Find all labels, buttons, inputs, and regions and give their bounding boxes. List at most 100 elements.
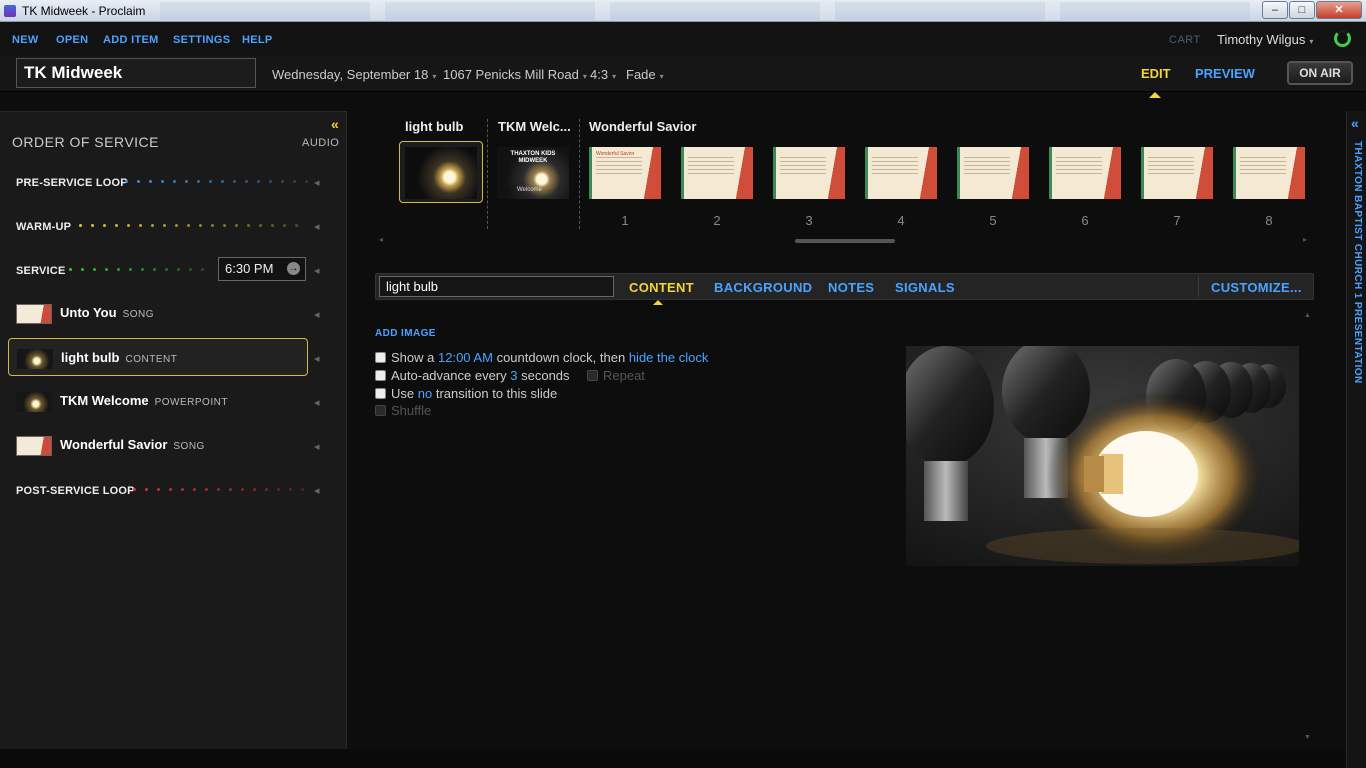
tab-background[interactable]: BACKGROUND bbox=[714, 280, 812, 295]
auto-advance-checkbox[interactable] bbox=[375, 370, 386, 381]
slide-thumbnail[interactable] bbox=[681, 147, 753, 199]
edit-mode-tab[interactable]: EDIT bbox=[1141, 66, 1171, 98]
collapse-panel-icon[interactable]: « bbox=[331, 116, 339, 132]
segment-dot bbox=[221, 180, 224, 183]
speaker-icon[interactable]: ◂ bbox=[314, 264, 320, 277]
customize-button[interactable]: CUSTOMIZE... bbox=[1211, 280, 1302, 295]
add-image-link[interactable]: ADD IMAGE bbox=[375, 328, 436, 339]
date-selector[interactable]: Wednesday, September 18 ▾ bbox=[272, 67, 436, 82]
menu-add-item[interactable]: ADD ITEM bbox=[103, 34, 159, 46]
filmstrip-scrollbar[interactable] bbox=[795, 239, 895, 243]
scroll-right-icon[interactable]: ▸ bbox=[1303, 235, 1307, 244]
filmstrip-group-wonderful-savior: Wonderful Savior bbox=[589, 119, 697, 134]
segment-dot bbox=[81, 268, 84, 271]
segment-dot bbox=[151, 224, 154, 227]
menu-settings[interactable]: SETTINGS bbox=[173, 34, 230, 46]
repeat-checkbox[interactable] bbox=[587, 370, 598, 381]
tab-signals[interactable]: SIGNALS bbox=[895, 280, 955, 295]
tab-content[interactable]: CONTENT bbox=[629, 280, 694, 305]
chevron-down-icon: ▾ bbox=[659, 72, 664, 81]
segment-warm-up[interactable]: WARM-UP bbox=[16, 221, 71, 233]
service-item-unto-you[interactable]: Unto You SONG bbox=[8, 294, 308, 332]
segment-dot bbox=[229, 488, 232, 491]
service-start-time: 6:30 PM bbox=[225, 261, 274, 276]
slide-lyrics bbox=[688, 157, 734, 175]
service-start-time-field[interactable]: 6:30 PM → bbox=[218, 257, 306, 281]
slide-thumbnail[interactable] bbox=[865, 147, 937, 199]
speaker-icon[interactable]: ◂ bbox=[314, 176, 320, 189]
slide-thumbnail[interactable] bbox=[1049, 147, 1121, 199]
speaker-icon[interactable]: ◂ bbox=[314, 484, 320, 497]
presentation-library-label[interactable]: THAXTON BAPTIST CHURCH 1 PRESENTATION bbox=[1352, 141, 1363, 384]
expand-panel-icon[interactable]: « bbox=[1351, 115, 1359, 131]
service-item-tkm-welcome[interactable]: TKM Welcome POWERPOINT bbox=[8, 382, 308, 420]
item-name-field[interactable]: light bulb bbox=[379, 276, 614, 297]
option-text: seconds bbox=[521, 368, 570, 383]
menu-open[interactable]: OPEN bbox=[56, 34, 88, 46]
scroll-down-icon[interactable]: ▼ bbox=[1304, 734, 1311, 741]
menu-help[interactable]: HELP bbox=[242, 34, 273, 46]
segment-dot bbox=[201, 268, 204, 271]
slide-thumbnail[interactable] bbox=[773, 147, 845, 199]
transition-checkbox[interactable] bbox=[375, 388, 386, 399]
service-item-light-bulb[interactable]: light bulb CONTENT bbox=[8, 338, 308, 376]
slide-thumbnail[interactable] bbox=[1233, 147, 1305, 199]
aspect-selector[interactable]: 4:3 ▾ bbox=[590, 67, 616, 82]
maximize-button[interactable]: □ bbox=[1289, 1, 1315, 19]
speaker-icon[interactable]: ◂ bbox=[314, 220, 320, 233]
on-air-button[interactable]: ON AIR bbox=[1287, 61, 1353, 85]
segment-service[interactable]: SERVICE bbox=[16, 265, 66, 277]
speaker-icon[interactable]: ◂ bbox=[314, 396, 320, 409]
menu-new[interactable]: NEW bbox=[12, 34, 39, 46]
item-label: Unto You SONG bbox=[60, 305, 154, 320]
service-item-wonderful-savior[interactable]: Wonderful Savior SONG bbox=[8, 426, 308, 464]
chevron-down-icon: ▾ bbox=[582, 72, 587, 81]
preview-mode-tab[interactable]: PREVIEW bbox=[1195, 66, 1255, 81]
shuffle-checkbox[interactable] bbox=[375, 405, 386, 416]
slide-thumbnail[interactable]: Wonderful Savior bbox=[589, 147, 661, 199]
segment-dot bbox=[205, 488, 208, 491]
auto-advance-seconds-link[interactable]: 3 bbox=[510, 368, 517, 383]
option-text: Auto-advance every bbox=[391, 368, 507, 383]
repeat-option: Repeat bbox=[587, 368, 645, 383]
right-rail-panel[interactable]: « THAXTON BAPTIST CHURCH 1 PRESENTATION bbox=[1346, 111, 1366, 768]
slide-lyrics bbox=[1056, 157, 1102, 175]
segment-pre-service-loop[interactable]: PRE-SERVICE LOOP bbox=[16, 177, 128, 189]
item-editor-tabbar: light bulb CONTENT BACKGROUND NOTES SIGN… bbox=[375, 273, 1314, 305]
transition-type-link[interactable]: no bbox=[418, 386, 432, 401]
item-name: TKM Welcome bbox=[60, 393, 149, 408]
cart-link[interactable]: CART bbox=[1169, 34, 1201, 46]
scroll-up-icon[interactable]: ▲ bbox=[1304, 312, 1311, 319]
speaker-icon[interactable]: ◂ bbox=[314, 352, 320, 365]
segment-dot bbox=[173, 180, 176, 183]
window-title: TK Midweek - Proclaim bbox=[22, 4, 146, 18]
slide-thumbnail[interactable] bbox=[405, 147, 477, 199]
option-text: Use bbox=[391, 386, 415, 401]
slide-thumbnail[interactable] bbox=[1141, 147, 1213, 199]
arrow-right-icon[interactable]: → bbox=[287, 262, 300, 275]
segment-dot bbox=[91, 224, 94, 227]
tab-notes[interactable]: NOTES bbox=[828, 280, 874, 295]
speaker-icon[interactable]: ◂ bbox=[314, 308, 320, 321]
transition-selector[interactable]: Fade ▾ bbox=[626, 67, 664, 82]
scroll-left-icon[interactable]: ◂ bbox=[379, 235, 383, 244]
speaker-icon[interactable]: ◂ bbox=[314, 440, 320, 453]
user-menu[interactable]: Timothy Wilgus ▾ bbox=[1217, 32, 1313, 47]
location-selector[interactable]: 1067 Penicks Mill Road ▾ bbox=[443, 67, 587, 82]
countdown-checkbox[interactable] bbox=[375, 352, 386, 363]
countdown-action-link[interactable]: hide the clock bbox=[629, 350, 709, 365]
countdown-time-link[interactable]: 12:00 AM bbox=[438, 350, 493, 365]
segment-dot bbox=[247, 224, 250, 227]
close-button[interactable]: ✕ bbox=[1316, 1, 1362, 19]
presentation-title-field[interactable]: TK Midweek bbox=[16, 58, 256, 88]
menu-bar: NEW OPEN ADD ITEM SETTINGS HELP CART Tim… bbox=[0, 22, 1366, 56]
slide-thumbnail[interactable] bbox=[957, 147, 1029, 199]
item-type: SONG bbox=[122, 309, 155, 320]
segment-post-service-loop[interactable]: POST-SERVICE LOOP bbox=[16, 485, 135, 497]
slide-thumbnail[interactable]: THAXTON KIDS MIDWEEK Welcome bbox=[497, 147, 569, 199]
segment-dot bbox=[197, 180, 200, 183]
segment-dot bbox=[265, 488, 268, 491]
segment-dot bbox=[177, 268, 180, 271]
minimize-button[interactable]: – bbox=[1262, 1, 1288, 19]
sync-icon[interactable] bbox=[1334, 30, 1351, 47]
